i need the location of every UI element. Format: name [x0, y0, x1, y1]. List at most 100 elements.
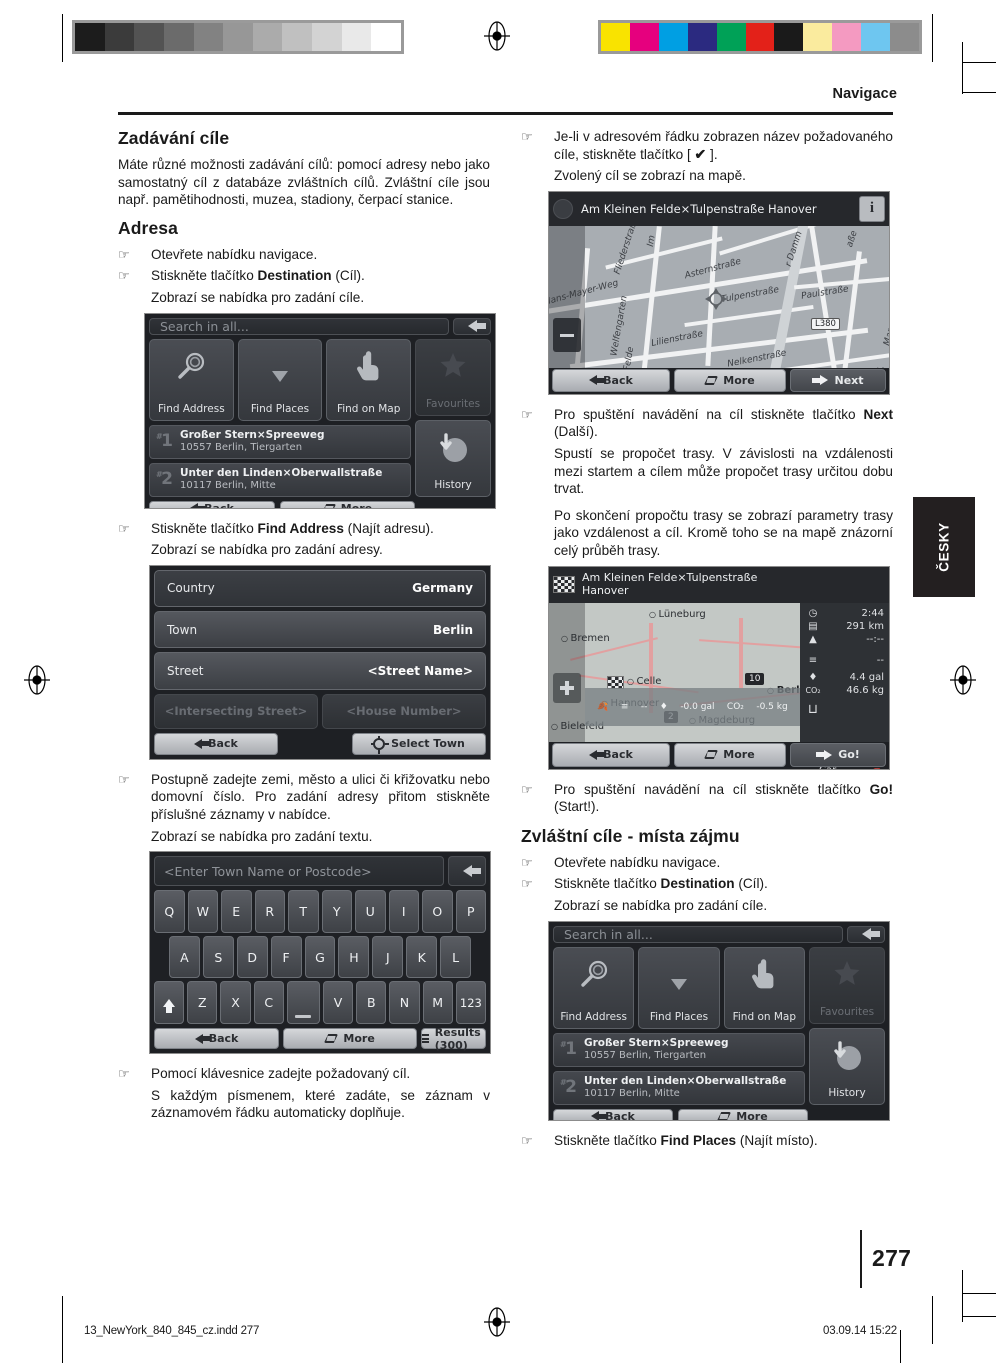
- key-z[interactable]: Z: [187, 981, 218, 1025]
- back-button[interactable]: Back: [154, 1028, 280, 1050]
- right-column: ☞ Je-li v adresovém řádku zobrazen název…: [521, 128, 893, 1153]
- stat-value: --: [876, 654, 884, 666]
- manual-page: Navigace ČESKY 277 13_NewYork_840_845_cz…: [0, 0, 997, 1363]
- intersecting-street-button[interactable]: <Intersecting Street>: [154, 693, 318, 729]
- zoom-in-button[interactable]: [553, 672, 581, 703]
- key-e[interactable]: E: [221, 890, 252, 933]
- country-row[interactable]: Country Germany: [154, 569, 486, 607]
- back-button[interactable]: Back: [149, 500, 275, 508]
- recent-destination-row[interactable]: #1 Großer Stern×Spreeweg 10557 Berlin, T…: [149, 424, 411, 459]
- select-town-button[interactable]: Select Town: [352, 732, 486, 755]
- find-on-map-tile[interactable]: Find on Map: [723, 946, 805, 1029]
- keyboard-row-3: Z X C V B N M 123: [154, 981, 487, 1025]
- zoom-out-button[interactable]: [553, 317, 581, 352]
- arrow-left-icon: [467, 320, 486, 333]
- backspace-button[interactable]: [448, 856, 486, 887]
- key-f[interactable]: F: [270, 935, 302, 979]
- screenshot-destination-menu-2[interactable]: Search in all... Find Address Find Place…: [548, 920, 890, 1121]
- language-tab: ČESKY: [913, 497, 975, 597]
- recent-destination-row[interactable]: #2 Unter den Linden×Oberwallstraße 10117…: [553, 1070, 805, 1105]
- find-places-tile[interactable]: Find Places: [237, 338, 323, 421]
- list-icon: [422, 1034, 429, 1044]
- key-p[interactable]: P: [455, 890, 486, 933]
- key-w[interactable]: W: [187, 890, 218, 933]
- space-key[interactable]: [286, 981, 320, 1025]
- more-button[interactable]: More: [283, 1028, 418, 1050]
- search-input[interactable]: Search in all...: [149, 317, 449, 335]
- find-address-tile[interactable]: Find Address: [553, 946, 635, 1029]
- recent-destination-row[interactable]: #1 Großer Stern×Spreeweg 10557 Berlin, T…: [553, 1032, 805, 1067]
- favourites-tile[interactable]: Favourites: [415, 338, 491, 416]
- town-row[interactable]: Town Berlin: [154, 611, 486, 649]
- key-s[interactable]: S: [202, 935, 234, 979]
- key-y[interactable]: Y: [321, 890, 352, 933]
- favourites-tile[interactable]: Favourites: [809, 946, 885, 1024]
- key-u[interactable]: U: [355, 890, 386, 933]
- key-c[interactable]: C: [253, 981, 284, 1025]
- recent-destination-row[interactable]: #2 Unter den Linden×Oberwallstraße 10117…: [149, 462, 411, 497]
- house-number-button[interactable]: <House Number>: [322, 693, 486, 729]
- key-n[interactable]: N: [389, 981, 420, 1025]
- key-k[interactable]: K: [406, 935, 438, 979]
- town-name-input[interactable]: <Enter Town Name or Postcode>: [154, 856, 444, 887]
- more-button[interactable]: More: [678, 1108, 808, 1120]
- screenshot-map-destination[interactable]: Am Kleinen Felde×Tulpenstraße Hanover i …: [548, 190, 890, 395]
- step-text: Stiskněte tlačítko Destination (Cíl).: [554, 876, 768, 892]
- info-button[interactable]: i: [859, 195, 885, 222]
- map-canvas[interactable]: Hans-Mayer-Weg Fliederstraße Im Asternst…: [549, 225, 889, 368]
- screenshot-destination-menu[interactable]: Search in all... Find Address Find Place…: [144, 312, 496, 509]
- screenshot-keyboard[interactable]: <Enter Town Name or Postcode> QWERTYUIOP…: [149, 851, 491, 1055]
- screenshot-address-menu[interactable]: Country Germany Town Berlin Street <Stre…: [149, 564, 491, 760]
- key-m[interactable]: M: [422, 981, 453, 1025]
- pointing-hand-bullet-icon: ☞: [118, 520, 130, 536]
- stat-value: 2:44: [861, 607, 884, 619]
- next-button[interactable]: Next: [790, 368, 886, 392]
- co2-icon: CO₂: [726, 701, 744, 712]
- find-places-tile[interactable]: Find Places: [638, 946, 720, 1029]
- key-r[interactable]: R: [254, 890, 285, 933]
- key-a[interactable]: A: [169, 935, 200, 979]
- step-text: Stiskněte tlačítko Find Address (Najít a…: [151, 520, 434, 536]
- back-button[interactable]: Back: [154, 732, 278, 755]
- steps-list: ☞ Otevřete nabídku navigace. ☞ Stiskněte…: [521, 854, 893, 893]
- leaf-icon: 🍂: [597, 701, 609, 712]
- back-button[interactable]: Back: [552, 368, 670, 392]
- search-input[interactable]: Search in all...: [553, 925, 843, 943]
- go-button[interactable]: Go!: [790, 742, 886, 767]
- key-l[interactable]: L: [440, 935, 472, 979]
- fuel-icon: ♦: [808, 671, 818, 683]
- find-address-tile[interactable]: Find Address: [149, 338, 234, 421]
- key-d[interactable]: D: [236, 935, 268, 979]
- key-t[interactable]: T: [288, 890, 319, 933]
- history-icon: [436, 432, 470, 470]
- key-h[interactable]: H: [338, 935, 370, 979]
- key-o[interactable]: O: [422, 890, 453, 933]
- key-q[interactable]: Q: [154, 890, 185, 933]
- stat-value: --:--: [866, 633, 884, 645]
- back-button[interactable]: Back: [553, 1108, 673, 1120]
- key-g[interactable]: G: [304, 935, 336, 979]
- results-button[interactable]: Results (300): [421, 1026, 486, 1052]
- road-shield: L380: [811, 317, 840, 330]
- key-x[interactable]: X: [220, 981, 251, 1025]
- color-swatch: [832, 23, 862, 51]
- key-b[interactable]: B: [356, 981, 387, 1025]
- back-arrow-button[interactable]: [453, 317, 491, 335]
- screenshot-route-overview[interactable]: Am Kleinen Felde×Tulpenstraße Hanover Lü…: [548, 565, 890, 770]
- more-button[interactable]: More: [674, 368, 786, 392]
- key-v[interactable]: V: [322, 981, 354, 1025]
- recent-title: Großer Stern×Spreeweg: [584, 1037, 729, 1050]
- back-button[interactable]: Back: [552, 742, 670, 767]
- step-note: Spustí se propočet trasy. V závislosti n…: [554, 445, 893, 497]
- back-arrow-button[interactable]: [847, 925, 885, 943]
- street-row[interactable]: Street <Street Name>: [154, 652, 486, 690]
- find-on-map-tile[interactable]: Find on Map: [326, 338, 412, 421]
- key-i[interactable]: I: [388, 890, 419, 933]
- history-tile[interactable]: History: [809, 1027, 885, 1105]
- history-tile[interactable]: History: [415, 419, 491, 497]
- key-j[interactable]: J: [372, 935, 404, 979]
- key-123[interactable]: 123: [455, 981, 487, 1025]
- shift-key[interactable]: [154, 981, 185, 1025]
- more-button[interactable]: More: [674, 742, 786, 767]
- more-button[interactable]: More: [280, 500, 415, 508]
